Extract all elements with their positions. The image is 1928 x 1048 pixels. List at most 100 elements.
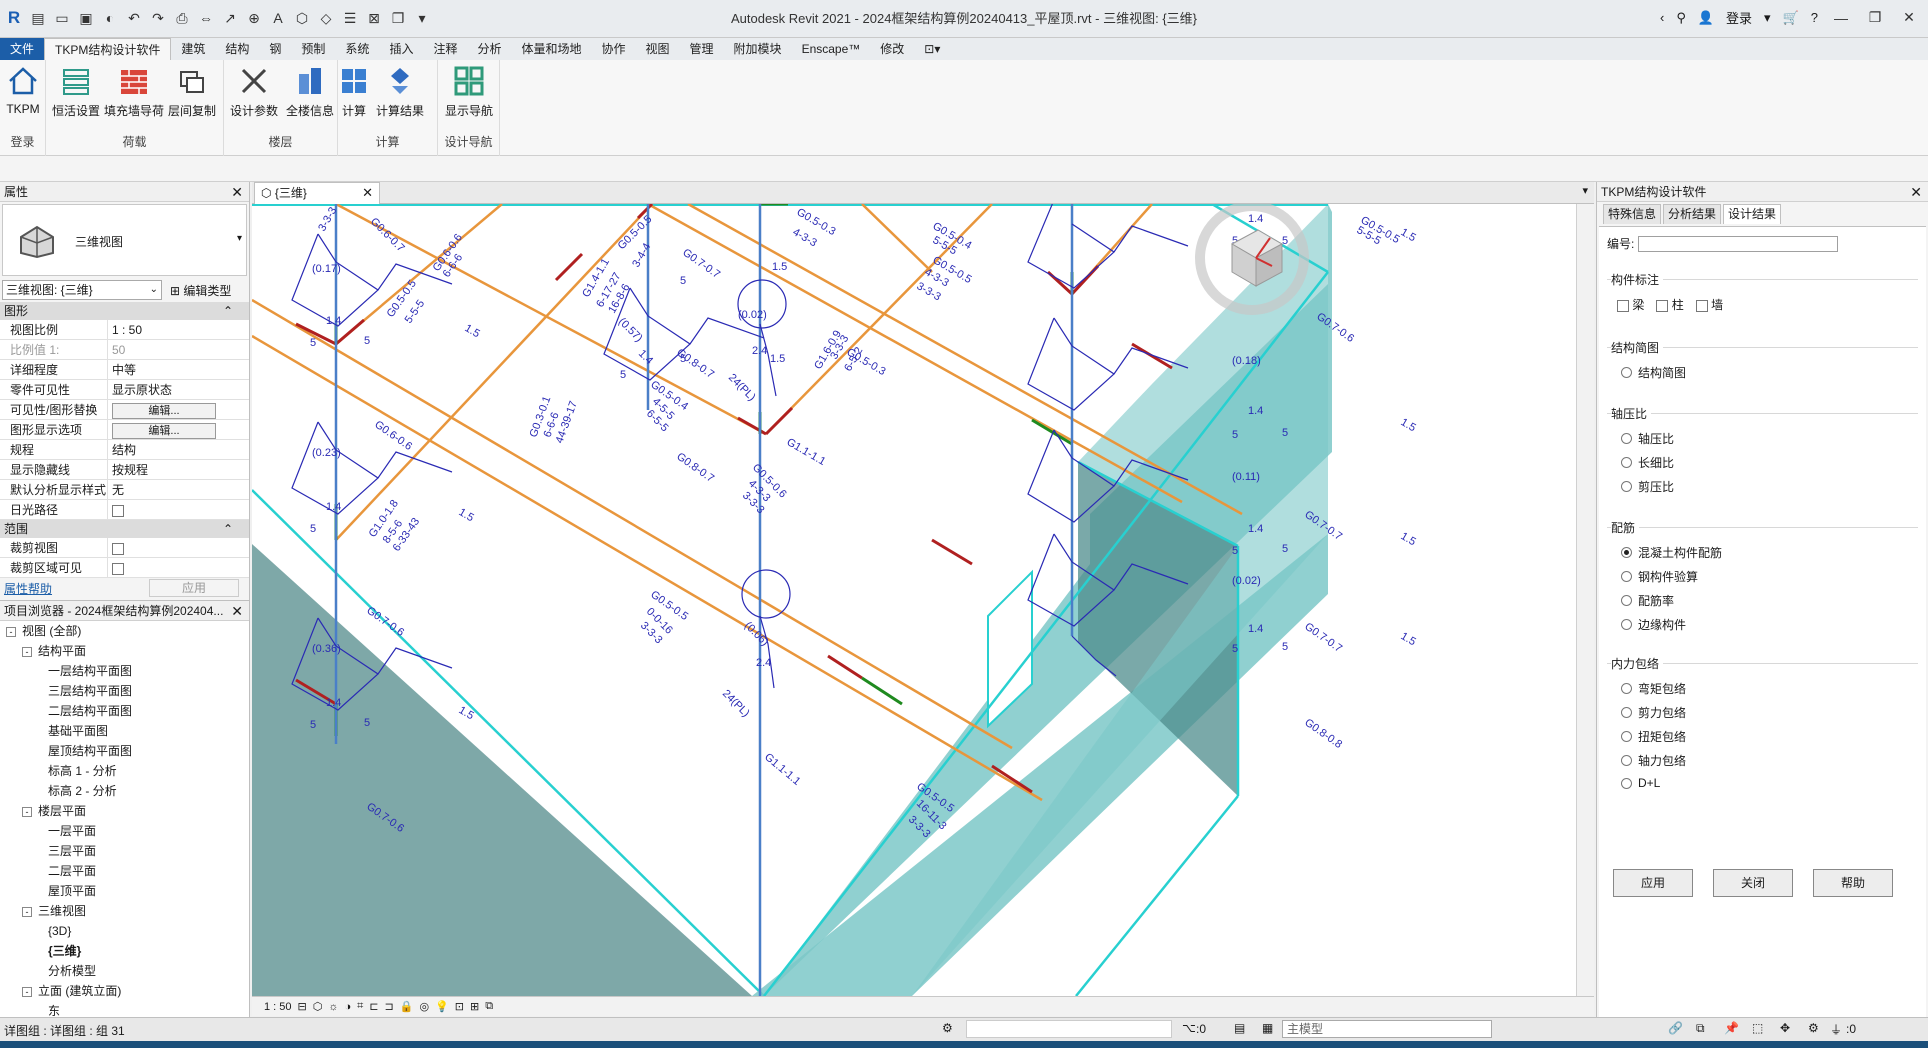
tab-design-results[interactable]: 设计结果 [1723,204,1782,224]
tab-enscape[interactable]: Enscape™ [792,38,871,60]
browser-item[interactable]: - 视图 (全部) [0,621,249,641]
collapse-toggle-icon[interactable]: - [22,906,32,917]
render-icon[interactable]: ⌗ [357,1000,363,1013]
browser-item[interactable]: 一层结构平面图 [0,661,249,681]
select-links-icon[interactable]: 🔗 [1668,1021,1683,1035]
detail-level-icon[interactable]: ⊟ [298,1000,307,1013]
tab-massing[interactable]: 体量和场地 [511,38,591,60]
property-checkbox[interactable] [112,542,124,555]
infill-wall-load-button[interactable]: 填充墙导荷 [104,64,164,119]
design-params-button[interactable]: 设计参数 [224,64,284,119]
browser-item[interactable]: 屋顶结构平面图 [0,741,249,761]
model-icon[interactable]: ▤ [1234,1021,1245,1035]
column-checkbox[interactable]: 柱 [1656,296,1684,313]
browser-item[interactable]: 三层平面 [0,841,249,861]
beam-checkbox[interactable]: 梁 [1617,296,1644,313]
radio-torsion-envelope[interactable]: 扭矩包络 [1621,728,1686,745]
collapse-toggle-icon[interactable]: - [22,806,32,817]
tab-special-info[interactable]: 特殊信息 [1603,204,1662,224]
radio-shear-envelope[interactable]: 剪力包络 [1621,704,1686,721]
radio-edge-member[interactable]: 边缘构件 [1621,616,1686,633]
properties-help-link[interactable]: 属性帮助 [4,580,52,597]
browser-item[interactable]: 分析模型 [0,961,249,981]
main-model-icon[interactable]: ▦ [1262,1021,1273,1035]
tab-insert[interactable]: 插入 [379,38,423,60]
binoculars-icon[interactable]: ⚲ [1676,10,1686,26]
property-value[interactable]: 50 [108,340,249,359]
property-value[interactable]: 结构 [108,440,249,459]
property-value[interactable]: 编辑... [108,420,249,439]
property-value[interactable] [108,500,249,519]
highlight-displacement-icon[interactable]: ⊞ [470,1000,479,1013]
tab-addins[interactable]: 附加模块 [724,38,792,60]
collapse-toggle-icon[interactable]: - [22,646,32,657]
floor-copy-button[interactable]: 层间复制 [162,64,222,119]
browser-item[interactable]: {3D} [0,921,249,941]
browser-item[interactable]: - 三维视图 [0,901,249,921]
tab-precast[interactable]: 预制 [291,38,335,60]
radio-struct-sketch[interactable]: 结构简图 [1621,364,1686,381]
property-value[interactable] [108,558,249,577]
property-value[interactable]: 中等 [108,360,249,379]
edit-button[interactable]: 编辑... [112,423,216,439]
tab-analysis-results[interactable]: 分析结果 [1663,204,1722,224]
radio-slenderness[interactable]: 长细比 [1621,454,1674,471]
constraints-icon[interactable]: ⧉ [485,1000,493,1013]
property-value[interactable] [108,538,249,557]
edit-button[interactable]: 编辑... [112,403,216,419]
browser-item[interactable]: 标高 1 - 分析 [0,761,249,781]
analytical-model-icon[interactable]: ⊡ [455,1000,464,1013]
hide-isolate-icon[interactable]: ◎ [419,1000,429,1013]
chevron-down-icon[interactable]: ▾ [237,233,242,244]
radio-concrete-rebar[interactable]: 混凝土构件配筋 [1621,544,1722,561]
collapse-toggle-icon[interactable]: - [22,986,32,997]
property-value[interactable]: 编辑... [108,400,249,419]
radio-rebar-ratio[interactable]: 配筋率 [1621,592,1674,609]
show-nav-button[interactable]: 显示导航 [439,64,499,119]
dropdown-icon[interactable]: ▾ [1764,10,1771,26]
browser-item[interactable]: 屋顶平面 [0,881,249,901]
tab-tkpm[interactable]: TKPM结构设计软件 [44,38,172,60]
sun-path-icon[interactable]: ☼ [328,1001,338,1013]
close-icon[interactable]: ✕ [231,182,243,202]
dead-live-setting-button[interactable]: 恒活设置 [46,64,106,119]
tab-manage[interactable]: 管理 [680,38,724,60]
section-extents[interactable]: 范围 ⌃ [0,520,249,538]
tab-structure[interactable]: 结构 [215,38,259,60]
vertical-scrollbar[interactable] [1576,204,1594,996]
workset-icon[interactable]: ⚙ [942,1021,953,1035]
tab-view[interactable]: 视图 [636,38,680,60]
ribbon-toggle-icon[interactable]: ⊡▾ [914,38,950,60]
browser-item[interactable]: 一层平面 [0,821,249,841]
login-button[interactable]: 登录 [1726,8,1752,27]
drag-elements-icon[interactable]: ✥ [1780,1021,1790,1035]
user-icon[interactable]: 👤 [1698,10,1714,26]
radio-shear-ratio[interactable]: 剪压比 [1621,478,1674,495]
view-tab[interactable]: ⬡ {三维} ✕ [254,182,380,204]
view-scale[interactable]: 1 : 50 [264,1001,292,1013]
help-icon[interactable]: ? [1811,10,1818,25]
design-option-icon[interactable]: ⌥ [1182,1021,1196,1035]
property-checkbox[interactable] [112,562,124,575]
reveal-hidden-icon[interactable]: 💡 [435,1000,449,1013]
calc-results-button[interactable]: 计算结果 [370,64,430,119]
close-icon[interactable]: ✕ [362,183,373,203]
tab-dropdown-icon[interactable]: ▾ [1582,184,1588,197]
tab-architecture[interactable]: 建筑 [171,38,215,60]
main-model-select[interactable]: 主模型 [1282,1020,1492,1038]
wall-checkbox[interactable]: 墙 [1695,296,1723,313]
tab-collaborate[interactable]: 协作 [592,38,636,60]
chevron-left-icon[interactable]: ‹ [1660,10,1664,25]
crop-icon[interactable]: ⊏ [369,1000,378,1013]
property-value[interactable]: 显示原状态 [108,380,249,399]
collapse-icon[interactable]: ⌃ [223,520,233,538]
cart-icon[interactable]: 🛒 [1783,10,1799,26]
3d-viewport[interactable]: 3-3-3 G0.6-0.7 (0.17) 1.4 5 5 G0.5-0.5 5-5-5 1.5… [252,204,1576,996]
apply-button[interactable]: 应用 [1613,869,1693,897]
property-checkbox[interactable] [112,504,124,517]
browser-item[interactable]: 标高 2 - 分析 [0,781,249,801]
browser-item[interactable]: 基础平面图 [0,721,249,741]
tab-modify[interactable]: 修改 [870,38,914,60]
filter-icon[interactable]: ⏚ [1830,1021,1842,1038]
section-graphics[interactable]: 图形 ⌃ [0,302,249,320]
